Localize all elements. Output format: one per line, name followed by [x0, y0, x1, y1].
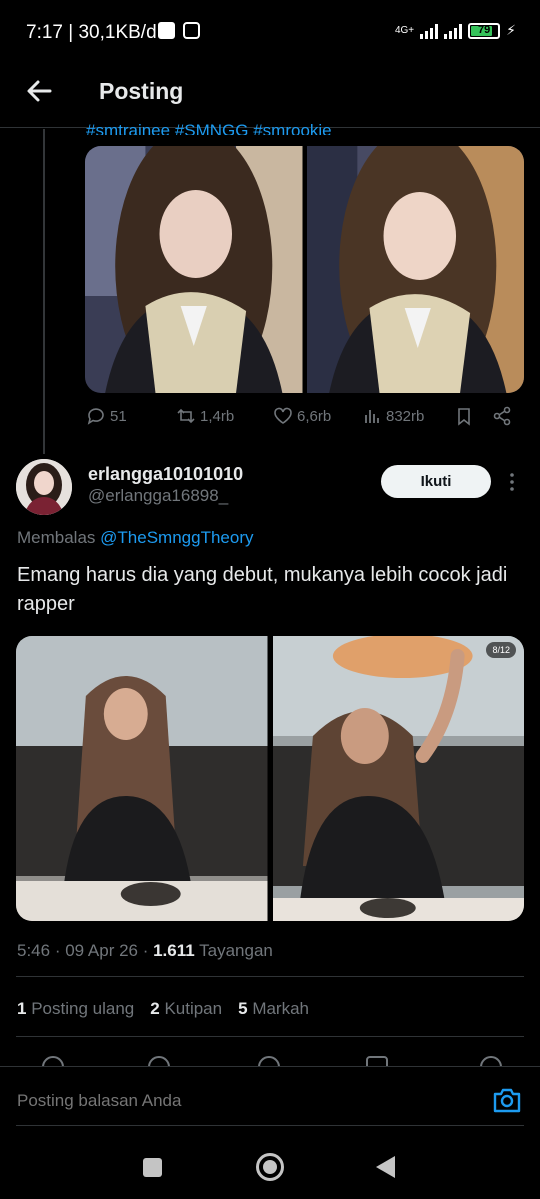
home-button[interactable] — [256, 1153, 284, 1181]
post-text: Emang harus dia yang debut, mukanya lebi… — [17, 564, 508, 615]
mention-link[interactable]: @TheSmnggTheory — [100, 528, 253, 547]
share-icon — [493, 406, 511, 426]
system-nav-bar — [0, 1130, 540, 1199]
like-action[interactable]: 6,6rb — [273, 406, 331, 426]
parent-post-media[interactable] — [85, 146, 524, 393]
divider — [16, 976, 524, 977]
battery-level: 79 — [478, 23, 491, 36]
hashtags-link[interactable]: #smtrainee #SMNGG #smrookie — [86, 117, 332, 135]
display-name[interactable]: erlangga10101010 — [88, 464, 243, 485]
post-timestamp: 5:46 · 09 Apr 26 · 1.611 Tayangan — [17, 941, 273, 960]
reply-post-media[interactable]: 8/12 — [16, 636, 524, 921]
stat-reposts[interactable]: 1 Posting ulang — [17, 999, 134, 1019]
network-type: 4G+ — [394, 25, 415, 36]
replying-to: Membalas @TheSmnggTheory — [17, 528, 254, 547]
follow-button[interactable]: Ikuti — [381, 465, 491, 498]
message-icon — [158, 22, 175, 39]
stat-quotes[interactable]: 2 Kutipan — [150, 999, 222, 1019]
divider — [16, 1036, 524, 1037]
post-photo[interactable]: 8/12 — [272, 636, 524, 921]
like-count: 6,6rb — [297, 407, 332, 425]
reply-input[interactable] — [17, 1091, 457, 1111]
views-icon — [365, 410, 379, 423]
image-counter-badge: 8/12 — [486, 642, 516, 658]
signal-icon-2 — [444, 23, 463, 39]
views-action[interactable]: 832rb — [362, 406, 424, 426]
more-options-icon[interactable] — [500, 470, 524, 494]
post-photo[interactable] — [85, 146, 303, 393]
back-button[interactable] — [376, 1156, 395, 1178]
system-icons: 4G+ 79 ⚡ — [395, 22, 516, 39]
camera-icon[interactable] — [492, 1086, 522, 1114]
arrow-left-icon[interactable] — [22, 74, 56, 108]
status-bar: 7:17 | 30,1KB/d 4G+ 79 ⚡ — [0, 0, 540, 64]
reply-composer — [0, 1066, 540, 1128]
reply-action[interactable]: 51 — [86, 406, 127, 426]
instagram-icon — [183, 22, 200, 39]
signal-icon — [420, 23, 439, 39]
thread-connector — [43, 129, 45, 454]
charging-icon: ⚡ — [506, 22, 516, 38]
share-action[interactable] — [492, 406, 512, 426]
bookmark-action[interactable] — [454, 406, 474, 426]
views-count: 832rb — [386, 407, 425, 425]
user-handle[interactable]: @erlangga16898_ — [88, 486, 228, 506]
repost-count: 1,4rb — [200, 407, 235, 425]
avatar[interactable] — [16, 459, 72, 515]
notification-icons — [158, 22, 200, 39]
battery-icon: 79 — [468, 22, 501, 39]
bookmark-icon — [458, 408, 470, 426]
recents-button[interactable] — [143, 1158, 162, 1177]
heart-icon — [274, 407, 292, 424]
divider — [16, 1125, 524, 1126]
repost-icon — [177, 408, 195, 424]
parent-post-actions: 51 1,4rb 6,6rb 832rb — [86, 406, 516, 430]
post-photo[interactable] — [16, 636, 268, 921]
status-time: 7:17 | 30,1KB/d — [26, 22, 157, 43]
page-title: Posting — [99, 78, 184, 104]
reply-count: 51 — [110, 407, 127, 425]
post-photo[interactable] — [306, 146, 524, 393]
stat-bookmarks[interactable]: 5 Markah — [238, 999, 309, 1019]
post-stats: 1 Posting ulang 2 Kutipan 5 Markah — [17, 999, 309, 1019]
reply-icon — [87, 408, 104, 425]
repost-action[interactable]: 1,4rb — [176, 406, 234, 426]
